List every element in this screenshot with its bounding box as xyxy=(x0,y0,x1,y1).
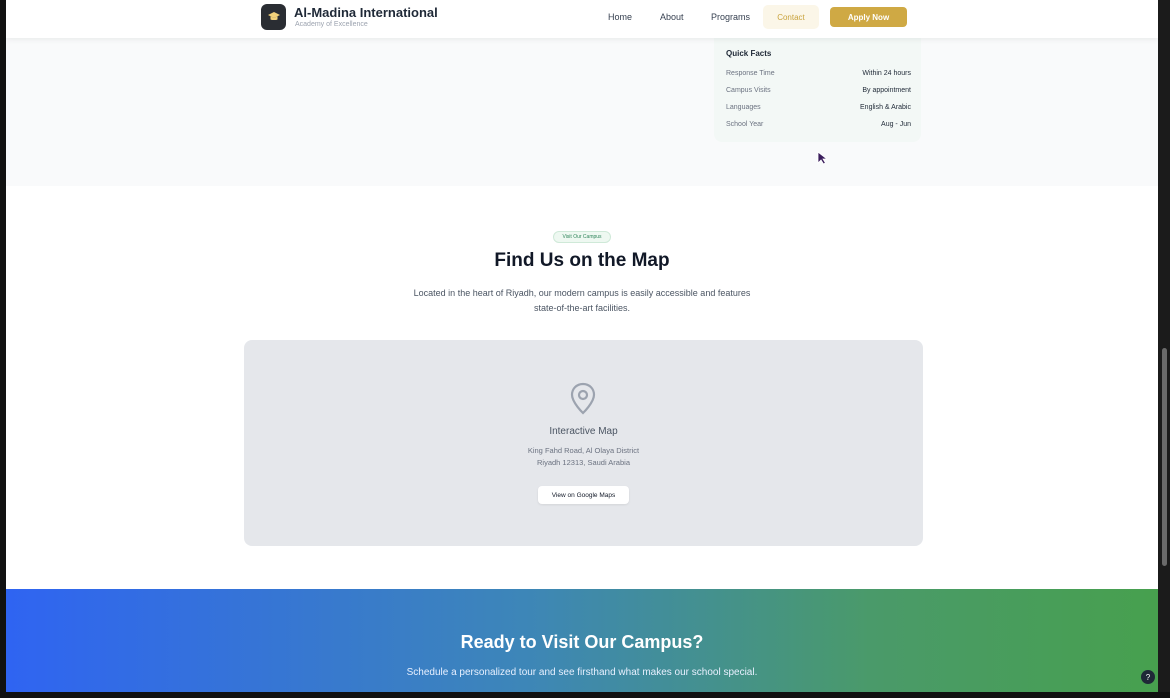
fact-value: Aug - Jun xyxy=(881,121,911,128)
brand-tagline: Academy of Excellence xyxy=(295,21,368,28)
section-subtitle: Located in the heart of Riyadh, our mode… xyxy=(413,288,751,313)
section-badge: Visit Our Campus xyxy=(553,231,611,243)
page-viewport: Al-Madina International Academy of Excel… xyxy=(6,0,1158,692)
address-line-2: Riyadh 12313, Saudi Arabia xyxy=(537,458,630,467)
site-header: Al-Madina International Academy of Excel… xyxy=(6,0,1158,38)
nav-home[interactable]: Home xyxy=(608,12,632,22)
window-bottom-edge xyxy=(0,692,1170,698)
help-button[interactable]: ? xyxy=(1141,670,1155,684)
graduation-cap-icon xyxy=(267,12,280,21)
scrollbar-thumb[interactable] xyxy=(1162,348,1167,566)
nav-programs[interactable]: Programs xyxy=(711,12,750,22)
section-title: Find Us on the Map xyxy=(494,250,670,271)
fact-label: Languages xyxy=(726,104,761,111)
address-line-1: King Fahd Road, Al Olaya District xyxy=(527,446,640,455)
quick-fact-row: Languages English & Arabic xyxy=(726,104,911,116)
contact-section xyxy=(6,38,1158,186)
nav-about[interactable]: About xyxy=(660,12,684,22)
mouse-cursor-icon xyxy=(817,151,829,165)
cta-subtitle: Schedule a personalized tour and see fir… xyxy=(406,667,758,678)
apply-now-button[interactable]: Apply Now xyxy=(830,7,907,27)
map-label: Interactive Map xyxy=(549,426,618,437)
map-pin-icon xyxy=(570,382,596,415)
quick-facts-card: Quick Facts Response Time Within 24 hour… xyxy=(714,38,921,142)
cta-banner: Ready to Visit Our Campus? Schedule a pe… xyxy=(6,589,1158,692)
logo[interactable] xyxy=(261,4,286,30)
quick-fact-row: School Year Aug - Jun xyxy=(726,121,911,133)
view-google-maps-button[interactable]: View on Google Maps xyxy=(538,486,629,504)
fact-value: By appointment xyxy=(862,87,911,94)
fact-label: Response Time xyxy=(726,70,775,77)
quick-fact-row: Campus Visits By appointment xyxy=(726,87,911,99)
interactive-map[interactable]: Interactive Map King Fahd Road, Al Olaya… xyxy=(244,340,923,546)
nav-contact[interactable]: Contact xyxy=(763,5,819,29)
fact-label: School Year xyxy=(726,121,764,128)
brand-name[interactable]: Al-Madina International xyxy=(294,5,438,20)
map-section: Visit Our Campus Find Us on the Map Loca… xyxy=(6,186,1158,589)
scrollbar[interactable] xyxy=(1158,0,1170,698)
quick-facts-title: Quick Facts xyxy=(726,49,772,58)
fact-label: Campus Visits xyxy=(726,87,771,94)
fact-value: English & Arabic xyxy=(860,104,911,111)
map-address: King Fahd Road, Al Olaya District Riyadh… xyxy=(244,445,923,469)
fact-value: Within 24 hours xyxy=(862,70,911,77)
cta-title: Ready to Visit Our Campus? xyxy=(460,632,704,652)
quick-fact-row: Response Time Within 24 hours xyxy=(726,70,911,82)
